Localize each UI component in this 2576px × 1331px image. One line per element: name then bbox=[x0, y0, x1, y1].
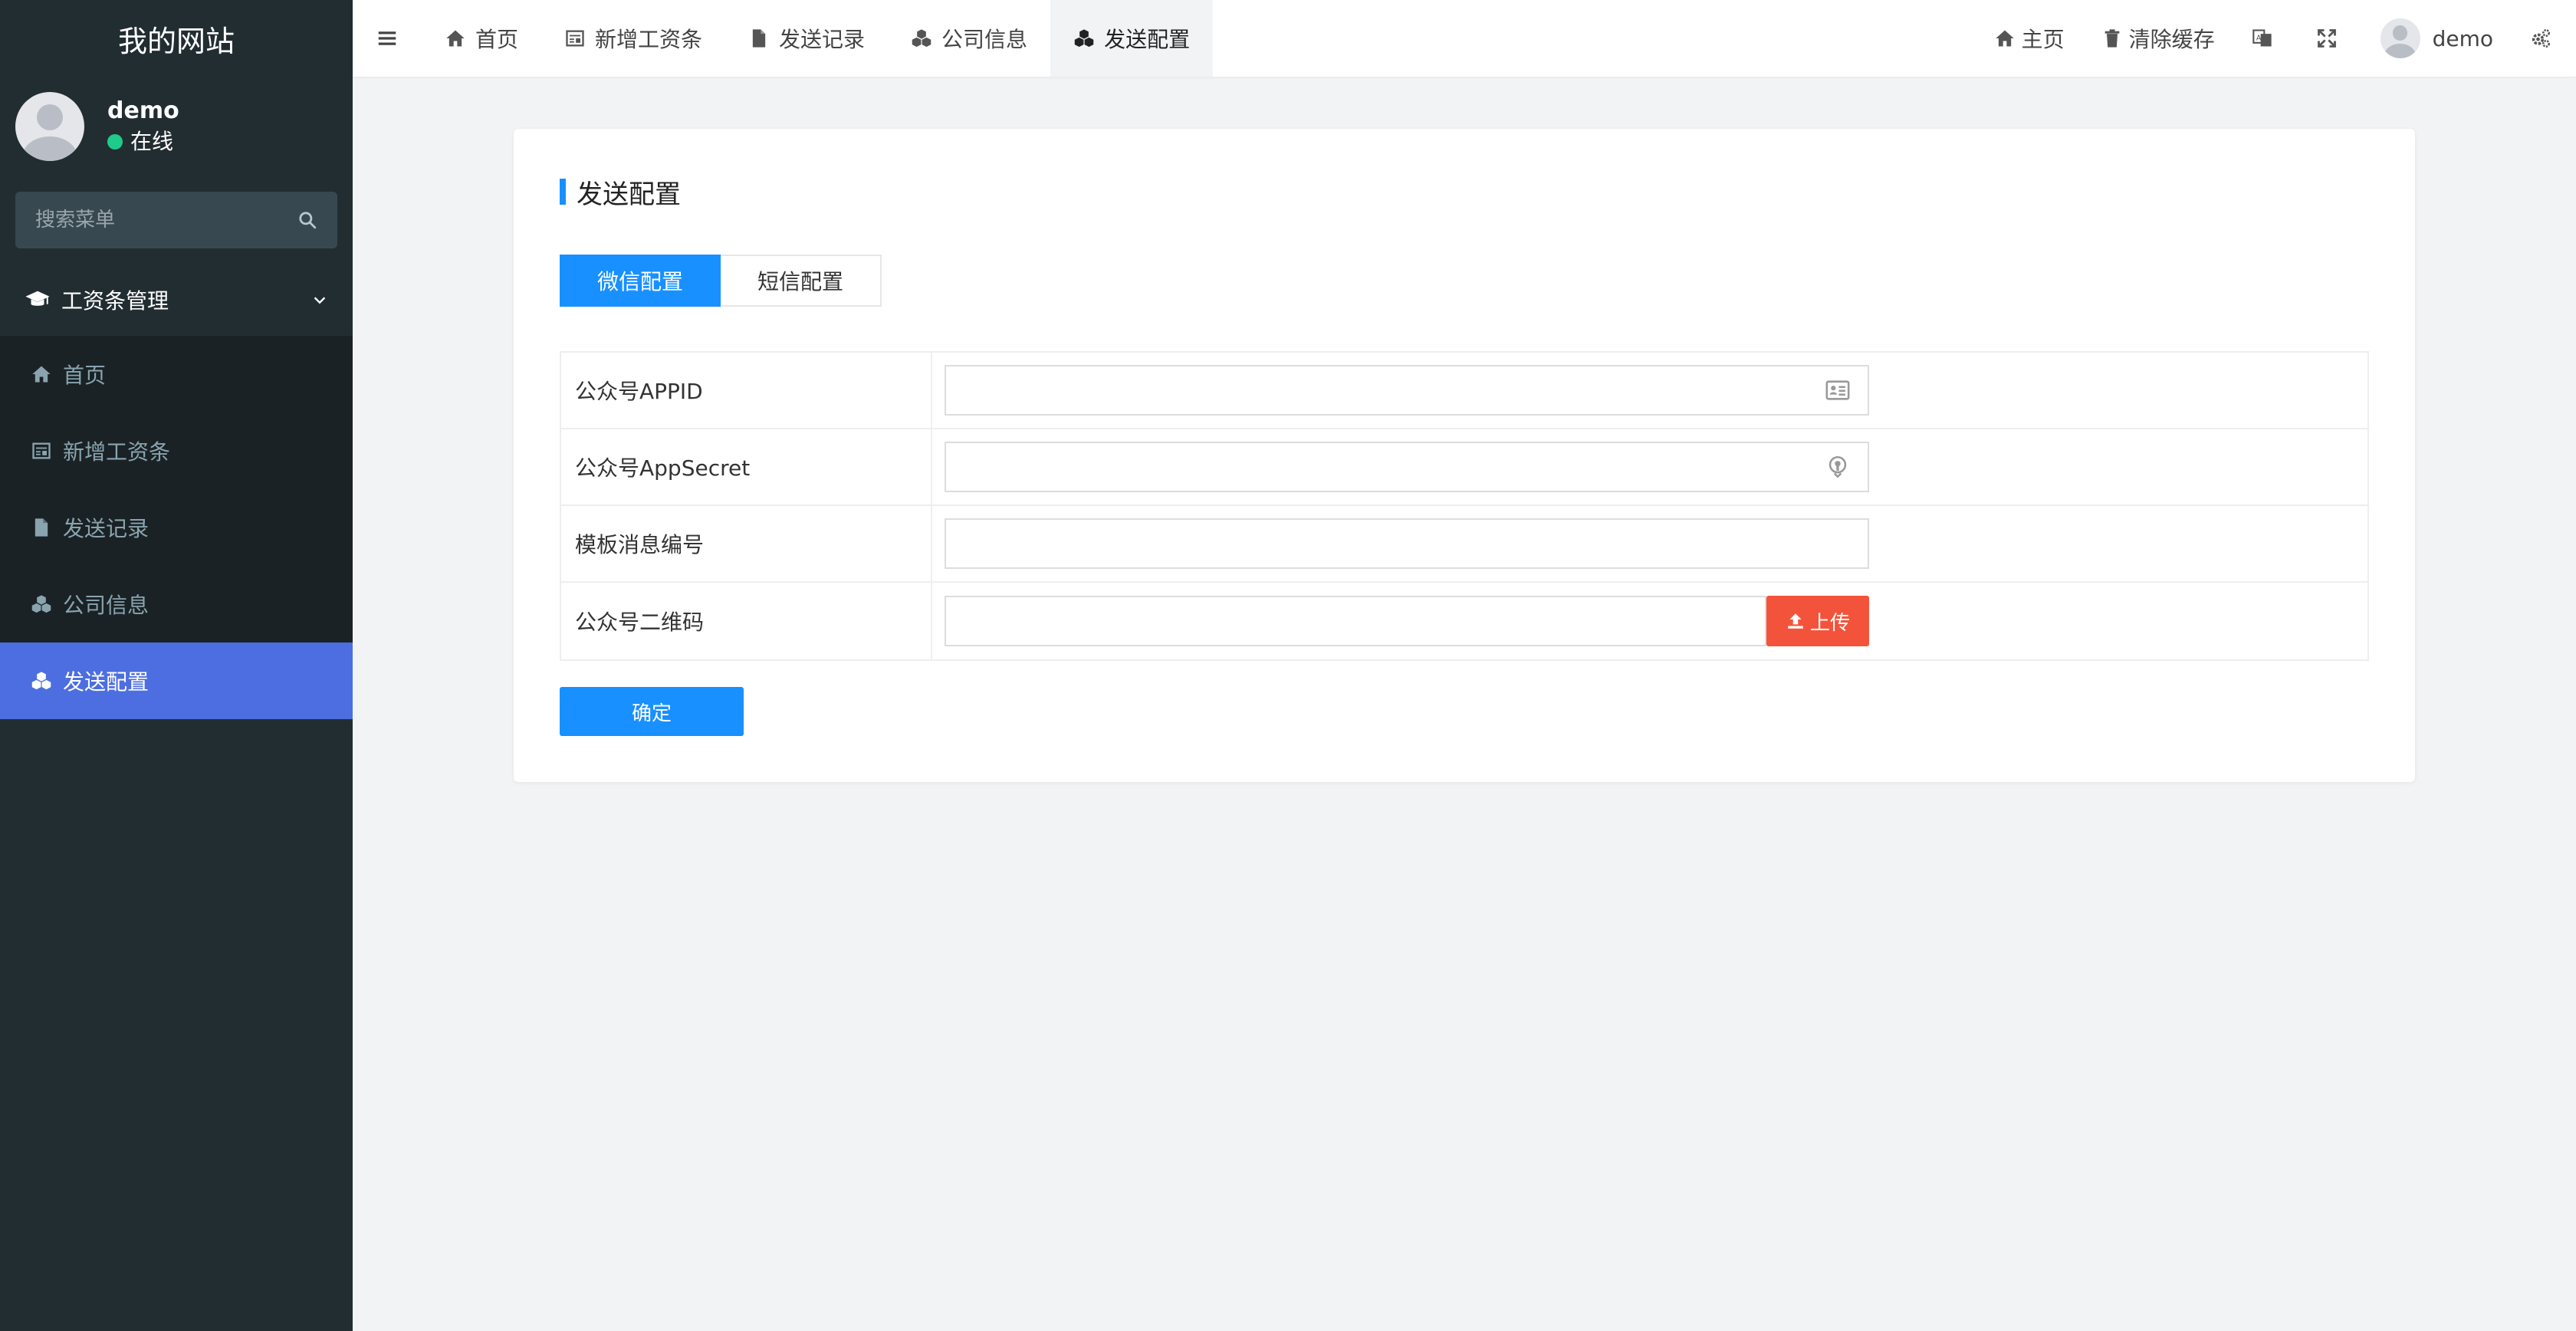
clear-cache-label: 清除缓存 bbox=[2128, 27, 2215, 52]
upload-button[interactable]: 上传 bbox=[1766, 596, 1869, 646]
tab-label: 发送配置 bbox=[1104, 27, 1191, 52]
sidebar-item-label: 发送记录 bbox=[63, 516, 150, 541]
clear-cache-button[interactable]: 清除缓存 bbox=[2083, 0, 2233, 77]
cubes-icon bbox=[1073, 28, 1104, 49]
user-status: 在线 bbox=[107, 127, 179, 157]
user-menu-name: demo bbox=[2432, 25, 2493, 51]
translate-icon: A bbox=[2252, 28, 2279, 49]
avatar bbox=[2380, 18, 2420, 58]
graduation-cap-icon bbox=[25, 287, 61, 313]
tab-wechat-config[interactable]: 微信配置 bbox=[560, 255, 721, 307]
cubes-icon bbox=[31, 670, 63, 692]
qrcode-label: 公众号二维码 bbox=[561, 583, 932, 659]
tab-label: 新增工资条 bbox=[595, 27, 703, 52]
template-id-label: 模板消息编号 bbox=[561, 506, 932, 581]
upload-icon bbox=[1786, 611, 1810, 631]
qrcode-input[interactable] bbox=[946, 597, 1765, 645]
appid-input[interactable] bbox=[946, 366, 1868, 414]
sidebar-item-send-log[interactable]: 发送记录 bbox=[0, 489, 353, 566]
language-button[interactable]: A bbox=[2233, 0, 2298, 77]
home-icon bbox=[445, 28, 475, 49]
form-row-appsecret: 公众号AppSecret bbox=[561, 429, 2367, 506]
file-icon bbox=[748, 28, 779, 49]
form-row-template-id: 模板消息编号 bbox=[561, 506, 2367, 583]
menu-search-input[interactable] bbox=[35, 209, 297, 232]
menu-toggle-button[interactable] bbox=[353, 0, 422, 77]
search-icon[interactable] bbox=[297, 210, 317, 230]
form-row-appid: 公众号APPID bbox=[561, 353, 2367, 429]
sidebar-item-label: 公司信息 bbox=[63, 593, 150, 618]
template-id-input[interactable] bbox=[946, 520, 1868, 567]
topbar: 首页 新增工资条 发送记录 公司信息 发送配置 主页 清除缓存 A demo bbox=[353, 0, 2576, 77]
avatar bbox=[15, 92, 84, 161]
upload-button-label: 上传 bbox=[1809, 611, 1850, 635]
tab-send-log[interactable]: 发送记录 bbox=[725, 0, 888, 77]
appsecret-input[interactable] bbox=[946, 443, 1868, 491]
file-icon bbox=[31, 517, 63, 538]
sidebar-item-label: 首页 bbox=[63, 363, 107, 388]
config-tabs: 微信配置 短信配置 bbox=[560, 255, 882, 307]
expand-icon bbox=[2316, 28, 2344, 49]
menu-group-payslip[interactable]: 工资条管理 bbox=[0, 264, 353, 336]
sidebar-item-label: 新增工资条 bbox=[63, 439, 171, 465]
tab-company[interactable]: 公司信息 bbox=[888, 0, 1050, 77]
svg-text:A: A bbox=[2256, 34, 2261, 42]
form-row-qrcode: 公众号二维码 上传 bbox=[561, 583, 2367, 659]
chevron-down-icon bbox=[311, 291, 328, 308]
sidebar: 我的网站 demo 在线 工资条管理 首页 新增工资 bbox=[0, 0, 353, 1331]
home-icon bbox=[1994, 28, 2022, 49]
cubes-icon bbox=[911, 28, 941, 49]
newspaper-icon bbox=[31, 440, 63, 462]
hamburger-icon bbox=[378, 31, 396, 45]
menu-group-label: 工资条管理 bbox=[61, 288, 169, 314]
gears-icon bbox=[2530, 28, 2558, 49]
tab-label: 公司信息 bbox=[941, 27, 1028, 52]
tab-home[interactable]: 首页 bbox=[422, 0, 541, 77]
tab-label: 发送记录 bbox=[779, 27, 866, 52]
user-status-text: 在线 bbox=[130, 129, 174, 154]
config-card: 发送配置 微信配置 短信配置 公众号APPID 公众号AppSecret 模板消… bbox=[514, 129, 2415, 782]
user-panel: demo 在线 bbox=[0, 77, 353, 176]
sidebar-item-home[interactable]: 首页 bbox=[0, 336, 353, 412]
user-name: demo bbox=[107, 97, 179, 124]
appid-label: 公众号APPID bbox=[561, 353, 932, 428]
menu-search bbox=[15, 192, 337, 248]
page-title: 发送配置 bbox=[560, 175, 681, 210]
id-card-icon bbox=[1825, 377, 1851, 403]
home-icon bbox=[31, 363, 63, 385]
sidebar-item-label: 发送配置 bbox=[63, 669, 150, 695]
page-title-text: 发送配置 bbox=[577, 179, 681, 210]
config-form: 公众号APPID 公众号AppSecret 模板消息编号 公众号二维码 上传 bbox=[560, 351, 2369, 661]
brand-title[interactable]: 我的网站 bbox=[0, 0, 353, 77]
newspaper-icon bbox=[564, 28, 595, 49]
online-dot-icon bbox=[107, 134, 123, 150]
tab-label: 首页 bbox=[475, 27, 519, 52]
user-menu[interactable]: demo bbox=[2362, 0, 2512, 77]
sidebar-item-send-config[interactable]: 发送配置 bbox=[0, 642, 353, 719]
fullscreen-button[interactable] bbox=[2298, 0, 2362, 77]
appsecret-label: 公众号AppSecret bbox=[561, 429, 932, 504]
tab-sms-config[interactable]: 短信配置 bbox=[721, 255, 882, 307]
title-accent-bar bbox=[560, 179, 566, 205]
cubes-icon bbox=[31, 593, 63, 615]
tab-new-payslip[interactable]: 新增工资条 bbox=[541, 0, 725, 77]
settings-button[interactable] bbox=[2512, 0, 2576, 77]
sidebar-item-new-payslip[interactable]: 新增工资条 bbox=[0, 412, 353, 489]
topbar-right: 主页 清除缓存 A demo bbox=[1976, 0, 2576, 77]
submit-button[interactable]: 确定 bbox=[560, 687, 744, 736]
submenu: 首页 新增工资条 发送记录 公司信息 发送配置 bbox=[0, 336, 353, 719]
key-icon bbox=[1825, 454, 1851, 480]
tab-send-config[interactable]: 发送配置 bbox=[1050, 0, 1214, 77]
sidebar-item-company[interactable]: 公司信息 bbox=[0, 566, 353, 642]
home-link-label: 主页 bbox=[2021, 27, 2065, 52]
home-link[interactable]: 主页 bbox=[1976, 0, 2083, 77]
trash-icon bbox=[2101, 28, 2129, 49]
